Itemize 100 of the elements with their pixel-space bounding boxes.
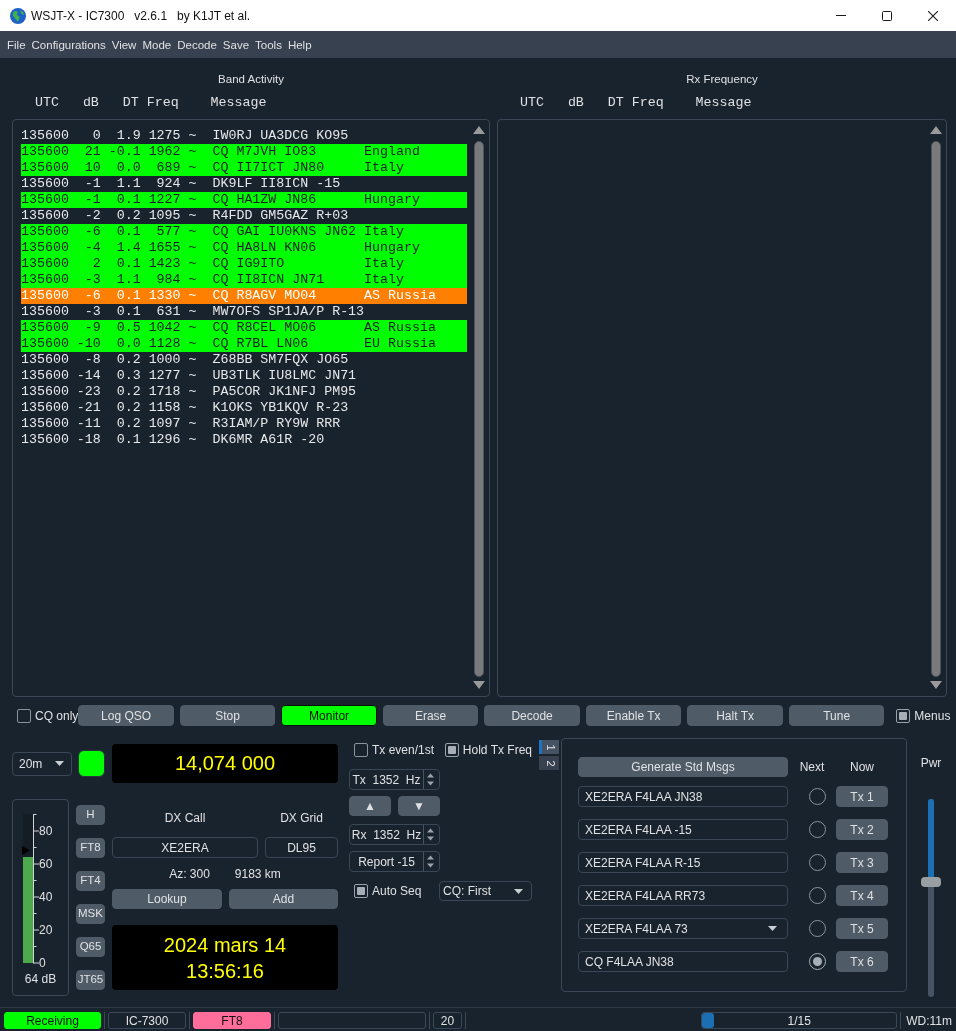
scrollbar-thumb[interactable] — [931, 141, 941, 677]
frequency-step-button[interactable]: ▲ — [349, 796, 391, 816]
time-offset: 0.1 — [116, 304, 141, 320]
checkbox-label[interactable]: Tx even/1st — [372, 743, 435, 757]
time-offset: 0.2 — [116, 400, 141, 416]
highlighted-row[interactable]: 135600 10 0.0 689 ~ CQ II7ICT JN80 Italy — [21, 160, 467, 176]
highlighted-row[interactable]: 135600 21 -0.1 1962 ~ CQ M7JVH IO83 England — [21, 144, 467, 160]
slider-thumb[interactable] — [921, 877, 941, 888]
checkbox-label[interactable]: CQ only — [35, 708, 79, 723]
utc-time: 135600 — [21, 160, 69, 176]
time-offset: 0.2 — [116, 416, 141, 432]
maximize-icon[interactable] — [882, 10, 892, 21]
snr-value: -6 — [84, 288, 101, 304]
spin-arrows-icon[interactable] — [423, 770, 436, 789]
toolbar-button[interactable]: Tune — [788, 705, 885, 726]
message-field[interactable]: XE2ERA F4LAA -15 — [578, 819, 788, 840]
checkbox-label[interactable]: Hold Tx Freq — [462, 743, 532, 757]
column-header: DT — [607, 96, 624, 110]
menu-item[interactable]: Mode — [142, 38, 172, 51]
toolbar-button[interactable]: Halt Tx — [687, 705, 783, 726]
toolbar-button[interactable]: Decode — [484, 705, 580, 726]
checkbox[interactable] — [444, 743, 459, 757]
highlighted-row[interactable]: 135600 -3 1.1 984 ~ CQ II8ICN JN71 Italy — [21, 272, 467, 288]
frequency-step-button[interactable]: ▼ — [398, 796, 440, 816]
caret-icon — [768, 926, 777, 931]
checkbox[interactable] — [354, 743, 368, 757]
dx-grid-field[interactable]: DL95 — [265, 837, 338, 858]
checkbox[interactable] — [354, 884, 368, 898]
audio-frequency: 1000 — [148, 352, 181, 368]
checkbox[interactable] — [896, 708, 911, 723]
mode-button[interactable]: Q65 — [76, 937, 105, 957]
menu-item[interactable]: Help — [287, 38, 312, 51]
tx-button[interactable]: Tx 2 — [836, 819, 888, 840]
tx-button[interactable]: Tx 6 — [836, 951, 888, 972]
tx-button[interactable]: Tx 5 — [836, 918, 888, 939]
utc-time: 135600 — [21, 384, 69, 400]
toolbar-button[interactable]: Log QSO — [78, 705, 174, 726]
up-arrow-icon[interactable] — [473, 126, 485, 134]
down-arrow-icon[interactable] — [930, 681, 942, 689]
highlighted-row[interactable]: 135600 2 0.1 1423 ~ CQ IG9ITO Italy — [21, 256, 467, 272]
audio-frequency: 1097 — [148, 416, 181, 432]
scrollbar-thumb[interactable] — [474, 141, 484, 677]
message-dropdown[interactable]: XE2ERA F4LAA 73 — [578, 918, 788, 939]
tx-button[interactable]: Tx 3 — [836, 852, 888, 873]
message-field[interactable]: CQ F4LAA JN38 — [578, 951, 788, 972]
menu-item[interactable]: Configurations — [31, 38, 106, 51]
rx-frequency-spinbox[interactable]: Rx 1352 Hz — [349, 824, 440, 845]
lookup-button[interactable]: Lookup — [112, 889, 222, 909]
message-field[interactable]: XE2ERA F4LAA RR73 — [578, 885, 788, 906]
now-column-label: Now — [850, 760, 874, 774]
toolbar-button[interactable]: Monitor — [281, 705, 377, 726]
spin-arrows-icon[interactable] — [423, 852, 436, 871]
report-spinbox[interactable]: Report -15 — [349, 851, 440, 872]
toolbar-button[interactable]: Stop — [179, 705, 276, 726]
down-arrow-icon[interactable] — [473, 681, 485, 689]
close-icon[interactable] — [928, 10, 938, 21]
mode-button[interactable]: H — [76, 805, 105, 825]
tx-frequency-spinbox[interactable]: Tx 1352 Hz — [349, 769, 440, 790]
tx-button[interactable]: Tx 4 — [836, 885, 888, 906]
band-dropdown[interactable]: 20m — [12, 751, 72, 776]
menu-item[interactable]: View — [111, 38, 137, 51]
next-column-label: Next — [799, 760, 825, 774]
mode-symbol: ~ — [188, 400, 197, 416]
mode-button[interactable]: FT8 — [76, 838, 105, 858]
audio-frequency: 1042 — [148, 320, 181, 336]
highlighted-row[interactable]: 135600 -1 0.1 1227 ~ CQ HA1ZW JN86 Hungary — [21, 192, 467, 208]
meter-scale-label: 40 — [39, 890, 53, 904]
highlighted-row[interactable]: 135600 -10 0.0 1128 ~ CQ R7BL LN06 EU Russia — [21, 336, 467, 352]
tab[interactable]: 1 — [539, 740, 559, 754]
power-slider[interactable] — [921, 799, 941, 997]
cq-mode-dropdown[interactable]: CQ: First — [439, 881, 532, 901]
audio-frequency: 1095 — [148, 208, 181, 224]
menu-item[interactable]: Tools — [255, 38, 282, 51]
generate-messages-button[interactable]: Generate Std Msgs — [578, 757, 788, 777]
checkbox-label[interactable]: Menus — [914, 708, 951, 723]
add-button[interactable]: Add — [229, 889, 338, 909]
message-field[interactable]: XE2ERA F4LAA JN38 — [578, 786, 788, 807]
tab[interactable]: 2 — [539, 756, 559, 770]
menu-item[interactable]: File — [7, 38, 26, 51]
checkbox-label[interactable]: Auto Seq — [372, 884, 422, 898]
mode-button[interactable]: MSK — [76, 904, 105, 924]
tx-button[interactable]: Tx 1 — [836, 786, 888, 807]
toolbar-button[interactable]: Erase — [382, 705, 479, 726]
mode-button[interactable]: FT4 — [76, 871, 105, 891]
up-arrow-icon[interactable] — [930, 126, 942, 134]
dx-call-field[interactable]: XE2ERA — [112, 837, 258, 858]
highlighted-row[interactable]: 135600 -9 0.5 1042 ~ CQ R8CEL MO06 AS Russia — [21, 320, 467, 336]
spin-arrows-icon[interactable] — [423, 825, 436, 844]
message-field[interactable]: XE2ERA F4LAA R-15 — [578, 852, 788, 873]
highlighted-row[interactable]: 135600 -6 0.1 577 ~ CQ GAI IU0KNS JN62 Italy — [21, 224, 467, 240]
time-offset: -0.1 — [108, 144, 141, 160]
highlighted-row[interactable]: 135600 -4 1.4 1655 ~ CQ HA8LN KN06 Hungary — [21, 240, 467, 256]
menu-item[interactable]: Decode — [177, 38, 217, 51]
toolbar-button[interactable]: Enable Tx — [585, 705, 682, 726]
menu-item[interactable]: Save — [222, 38, 250, 51]
window-title: WSJT-X - IC7300 v2.6.1 by K1JT et al. — [31, 8, 251, 23]
column-header: Message — [695, 96, 752, 110]
utc-time: 135600 — [21, 304, 69, 320]
mode-button[interactable]: JT65 — [76, 970, 105, 990]
checkbox[interactable] — [17, 708, 31, 723]
